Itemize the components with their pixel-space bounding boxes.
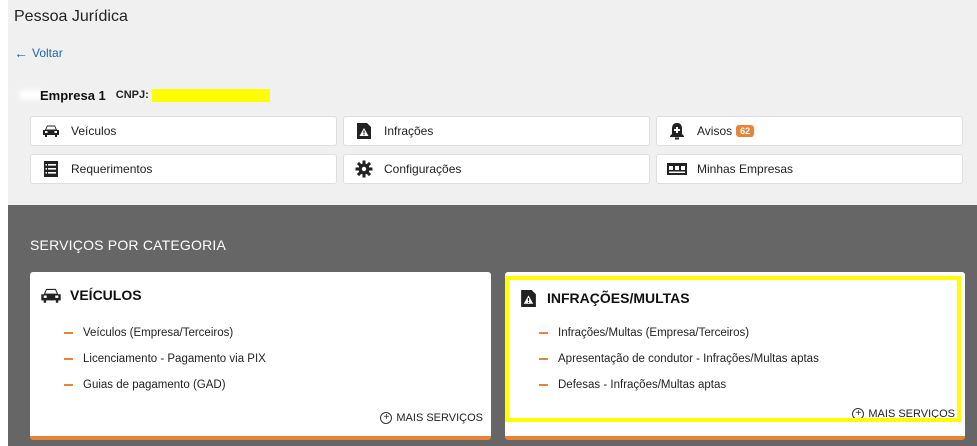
more-services-label: MAIS SERVIÇOS: [396, 412, 483, 424]
company-name: Empresa 1: [40, 87, 106, 103]
cnpj-label: CNPJ:: [115, 89, 149, 101]
infraction-document-icon: [517, 288, 539, 308]
car-icon: [41, 121, 61, 141]
service-label: Apresentação de condutor - Infrações/Mul…: [558, 353, 819, 365]
nav-requerimentos[interactable]: Requerimentos: [30, 154, 337, 184]
services-title: SERVIÇOS POR CATEGORIA: [30, 237, 227, 253]
more-services-label: MAIS SERVIÇOS: [868, 408, 955, 420]
car-icon: [40, 285, 62, 305]
company-card-icon: [667, 159, 687, 179]
alert-bell-icon: [667, 121, 687, 141]
nav-label: Infrações: [384, 124, 434, 138]
category-header: VEÍCULOS: [40, 285, 142, 305]
gear-icon: [354, 159, 374, 179]
service-link[interactable]: Guias de pagamento (GAD): [64, 372, 266, 398]
category-header: INFRAÇÕES/MULTAS: [517, 288, 690, 308]
dash-icon: [64, 332, 73, 334]
category-title: INFRAÇÕES/MULTAS: [547, 290, 690, 306]
back-link[interactable]: ← Voltar: [14, 46, 63, 60]
dash-icon: [64, 358, 73, 360]
infraction-document-icon: [354, 121, 374, 141]
nav-label: Configurações: [384, 162, 462, 176]
service-link[interactable]: Infrações/Multas (Empresa/Terceiros): [539, 320, 819, 346]
nav-configuracoes[interactable]: Configurações: [343, 154, 650, 184]
page-title: Pessoa Jurídica: [14, 8, 128, 25]
service-list: Infrações/Multas (Empresa/Terceiros) Apr…: [539, 320, 819, 398]
service-label: Defesas - Infrações/Multas aptas: [558, 379, 727, 391]
nav-label: Requerimentos: [71, 162, 153, 176]
dash-icon: [539, 384, 548, 386]
dash-icon: [539, 358, 548, 360]
category-title: VEÍCULOS: [70, 287, 142, 303]
nav-label: Veículos: [71, 124, 117, 138]
nav-label: Minhas Empresas: [697, 162, 794, 176]
service-label: Licenciamento - Pagamento via PIX: [83, 353, 266, 365]
more-services-button[interactable]: + MAIS SERVIÇOS: [380, 412, 483, 424]
service-label: Infrações/Multas (Empresa/Terceiros): [558, 327, 750, 339]
category-card-veiculos: VEÍCULOS Veículos (Empresa/Terceiros) Li…: [30, 272, 491, 440]
service-link[interactable]: Defesas - Infrações/Multas aptas: [539, 372, 819, 398]
service-link[interactable]: Apresentação de condutor - Infrações/Mul…: [539, 346, 819, 372]
dash-icon: [539, 332, 548, 334]
back-label: Voltar: [32, 46, 63, 60]
nav-minhas-empresas[interactable]: Minhas Empresas: [656, 154, 963, 184]
list-document-icon: [41, 159, 61, 179]
company-info: Empresa 1 CNPJ:: [40, 85, 270, 105]
service-label: Guias de pagamento (GAD): [83, 379, 226, 391]
dash-icon: [64, 384, 73, 386]
service-list: Veículos (Empresa/Terceiros) Licenciamen…: [64, 320, 266, 398]
plus-circle-icon: +: [852, 408, 865, 420]
nav-label: Avisos: [697, 124, 733, 138]
cnpj-redacted-value: [151, 88, 270, 102]
more-services-button[interactable]: + MAIS SERVIÇOS: [852, 408, 955, 420]
service-link[interactable]: Veículos (Empresa/Terceiros): [64, 320, 266, 346]
service-link[interactable]: Licenciamento - Pagamento via PIX: [64, 346, 266, 372]
nav-veiculos[interactable]: Veículos: [30, 116, 337, 146]
category-card-infracoes: INFRAÇÕES/MULTAS Infrações/Multas (Empre…: [505, 272, 965, 440]
service-label: Veículos (Empresa/Terceiros): [83, 327, 234, 339]
nav-infracoes[interactable]: Infrações: [343, 116, 650, 146]
notification-count-badge: 62: [736, 125, 755, 137]
nav-avisos[interactable]: Avisos 62: [656, 116, 963, 146]
arrow-left-icon: ←: [14, 45, 28, 61]
plus-circle-icon: +: [380, 412, 393, 424]
